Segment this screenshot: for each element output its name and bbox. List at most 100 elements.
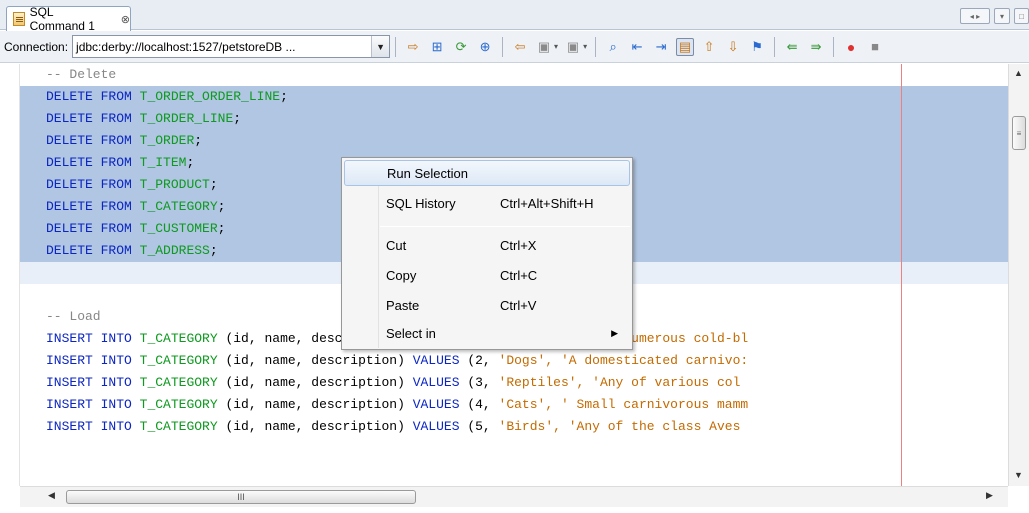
code-line[interactable]: INSERT INTO T_CATEGORY (id, name, descri… [20, 394, 1008, 416]
run-sql-icon[interactable]: ⇨ [404, 38, 422, 56]
code-line[interactable]: INSERT INTO T_CATEGORY (id, name, descri… [20, 372, 1008, 394]
sql-punctuation: ; [280, 89, 288, 104]
context-menu: Run Selection SQL History Ctrl+Alt+Shift… [341, 157, 633, 350]
menu-item-label: Copy [386, 267, 417, 283]
sql-keyword: DELETE FROM [46, 221, 132, 236]
shift-left-icon[interactable]: ⇚ [783, 38, 801, 56]
menu-item-select-in[interactable]: Select in ▶ [344, 320, 630, 346]
history-icon[interactable]: ⟳ [452, 38, 470, 56]
horizontal-scroll-thumb[interactable]: III [66, 490, 416, 504]
code-line[interactable]: DELETE FROM T_ORDER; [20, 130, 1008, 152]
close-icon[interactable]: ⊗ [121, 13, 130, 26]
sql-string: 'Reptiles', 'Any of various col [498, 375, 741, 390]
menu-item-sql-history[interactable]: SQL History Ctrl+Alt+Shift+H [344, 190, 630, 216]
connection-select[interactable]: jdbc:derby://localhost:1527/petstoreDB .… [72, 35, 391, 58]
sql-punctuation: ; [217, 199, 226, 214]
tab-scroll-arrows[interactable]: ◂ ▸ [960, 8, 990, 24]
sql-punctuation: ; [209, 243, 218, 258]
editor-gutter [0, 64, 20, 486]
chevron-down-icon[interactable]: ▾ [554, 42, 558, 51]
sql-toolbar: Connection: jdbc:derby://localhost:1527/… [0, 31, 1029, 63]
next-icon[interactable]: ▣ [564, 38, 582, 56]
scroll-down-icon[interactable]: ▼ [1014, 470, 1023, 480]
toolbar-separator [595, 36, 597, 57]
connection-value: jdbc:derby://localhost:1527/petstoreDB .… [76, 39, 296, 54]
sql-punctuation: ; [217, 221, 226, 236]
sql-comment: -- Delete [46, 67, 117, 82]
menu-item-cut[interactable]: Cut Ctrl+X [344, 232, 630, 258]
scroll-left-icon[interactable]: ◀ [48, 490, 55, 501]
sql-identifier: T_CUSTOMER [139, 221, 218, 236]
sql-keyword: VALUES [412, 375, 460, 390]
sql-identifier: T_CATEGORY [139, 419, 218, 434]
menu-item-label: Select in [386, 325, 436, 341]
select-connection-icon[interactable]: ⊕ [476, 38, 494, 56]
sql-keyword: DELETE FROM [46, 133, 132, 148]
vertical-scrollbar[interactable]: ▲ ≡ ▼ [1008, 64, 1029, 486]
scroll-right-icon[interactable]: ▶ [986, 490, 993, 501]
tab-sql-command-1[interactable]: SQL Command 1 ⊗ [6, 5, 131, 33]
vertical-scroll-thumb[interactable]: ≡ [1012, 116, 1026, 150]
connection-label: Connection: [4, 39, 69, 54]
sql-string: 'Cats', ' Small carnivorous mamm [498, 397, 749, 412]
run-statement-icon[interactable]: ⊞ [428, 38, 446, 56]
sql-identifier: T_CATEGORY [139, 353, 218, 368]
code-line[interactable]: DELETE FROM T_ORDER_ORDER_LINE; [20, 86, 1008, 108]
menu-item-label: Run Selection [387, 165, 468, 181]
record-macro-icon[interactable]: ● [842, 38, 860, 56]
sql-identifier: T_CATEGORY [139, 397, 218, 412]
menu-item-label: Cut [386, 237, 407, 253]
code-line[interactable]: INSERT INTO T_CATEGORY (id, name, descri… [20, 350, 1008, 372]
code-line[interactable]: DELETE FROM T_ORDER_LINE; [20, 108, 1008, 130]
menu-item-shortcut: Ctrl+C [500, 267, 538, 283]
toolbar-separator [395, 36, 397, 57]
menu-item-shortcut: Ctrl+X [500, 237, 537, 253]
sql-identifier: T_PRODUCT [139, 177, 210, 192]
sql-string: 'Dogs', 'A domesticated carnivo: [498, 353, 749, 368]
sql-identifier: T_ITEM [139, 155, 187, 170]
sql-identifier: T_ORDER_ORDER_LINE [139, 89, 281, 104]
sql-punctuation: ; [194, 133, 203, 148]
tab-list-dropdown-icon[interactable]: ▾ [994, 8, 1010, 24]
back-icon[interactable]: ⇦ [511, 38, 529, 56]
scroll-up-icon[interactable]: ▲ [1014, 68, 1023, 78]
submenu-arrow-icon: ▶ [611, 327, 618, 338]
previous-icon[interactable]: ▣ [535, 38, 553, 56]
sql-value: (2, [459, 353, 499, 368]
code-line[interactable]: INSERT INTO T_CATEGORY (id, name, descri… [20, 416, 1008, 438]
code-line[interactable]: -- Delete [20, 64, 1008, 86]
sql-punctuation: ; [186, 155, 195, 170]
sql-column-list: (id, name, description) [217, 419, 413, 434]
sql-keyword: DELETE FROM [46, 111, 132, 126]
sql-punctuation: ; [209, 177, 218, 192]
sql-value: (4, [459, 397, 499, 412]
shift-up-icon[interactable]: ⇧ [700, 38, 718, 56]
sql-identifier: T_CATEGORY [139, 375, 218, 390]
find-next-icon[interactable]: ⇥ [652, 38, 670, 56]
bookmark-icon[interactable]: ⚑ [748, 38, 766, 56]
sql-keyword: INSERT INTO [46, 419, 132, 434]
menu-item-paste[interactable]: Paste Ctrl+V [344, 292, 630, 318]
menu-item-run-selection[interactable]: Run Selection [344, 160, 630, 186]
sql-keyword: DELETE FROM [46, 177, 132, 192]
menu-item-copy[interactable]: Copy Ctrl+C [344, 262, 630, 288]
chevron-down-icon[interactable]: ▼ [371, 36, 390, 57]
sql-keyword: INSERT INTO [46, 331, 132, 346]
menu-item-label: Paste [386, 297, 420, 313]
sql-keyword: INSERT INTO [46, 353, 132, 368]
sql-keyword: DELETE FROM [46, 89, 132, 104]
shift-right-icon[interactable]: ⇛ [807, 38, 825, 56]
shift-down-icon[interactable]: ⇩ [724, 38, 742, 56]
find-icon[interactable]: ⌕ [604, 38, 622, 56]
sql-identifier: T_ORDER [139, 133, 195, 148]
horizontal-scrollbar[interactable]: ◀ III ▶ [20, 486, 1008, 507]
find-previous-icon[interactable]: ⇤ [628, 38, 646, 56]
stop-macro-icon[interactable]: ■ [866, 38, 884, 56]
maximize-window-icon[interactable]: □ [1014, 8, 1029, 24]
sql-identifier: T_ORDER_LINE [139, 111, 234, 126]
chevron-down-icon[interactable]: ▾ [583, 42, 587, 51]
sql-identifier: T_ADDRESS [139, 243, 210, 258]
sql-file-icon [13, 12, 25, 26]
toggle-highlight-icon[interactable]: ▤ [676, 37, 695, 56]
sql-identifier: T_CATEGORY [139, 199, 218, 214]
